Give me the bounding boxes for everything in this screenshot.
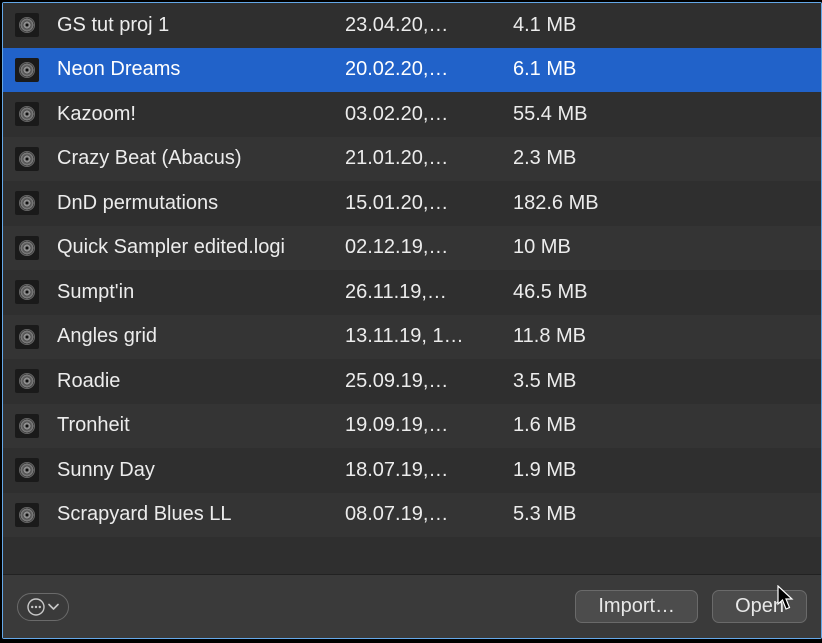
file-name-cell: Scrapyard Blues LL bbox=[3, 503, 345, 527]
file-date: 02.12.19,… bbox=[345, 236, 507, 259]
table-row[interactable]: Sunny Day 18.07.19,…1.9 MB bbox=[3, 448, 821, 493]
file-name-cell: Sunny Day bbox=[3, 458, 345, 482]
file-size: 6.1 MB bbox=[507, 58, 821, 81]
project-file-icon bbox=[15, 58, 39, 82]
file-date: 21.01.20,… bbox=[345, 147, 507, 170]
chevron-down-icon bbox=[48, 603, 59, 611]
file-name: Kazoom! bbox=[57, 103, 136, 126]
file-name: Scrapyard Blues LL bbox=[57, 503, 232, 526]
file-size: 10 MB bbox=[507, 236, 821, 259]
file-date: 25.09.19,… bbox=[345, 370, 507, 393]
table-row[interactable]: Angles grid 13.11.19, 1…11.8 MB bbox=[3, 315, 821, 360]
file-size: 1.6 MB bbox=[507, 414, 821, 437]
options-menu-button[interactable] bbox=[17, 593, 69, 621]
file-size: 11.8 MB bbox=[507, 325, 821, 348]
file-name-cell: Neon Dreams bbox=[3, 58, 345, 82]
file-name-cell: Kazoom! bbox=[3, 102, 345, 126]
table-row[interactable]: DnD permutations 15.01.20,…182.6 MB bbox=[3, 181, 821, 226]
table-row[interactable]: Quick Sampler edited.logi 02.12.19,…10 MB bbox=[3, 226, 821, 271]
file-name-cell: Angles grid bbox=[3, 325, 345, 349]
ellipsis-circle-icon bbox=[27, 598, 45, 616]
project-file-icon bbox=[15, 102, 39, 126]
table-row[interactable]: GS tut proj 1 23.04.20,…4.1 MB bbox=[3, 3, 821, 48]
file-name: Neon Dreams bbox=[57, 58, 180, 81]
file-date: 18.07.19,… bbox=[345, 459, 507, 482]
file-name-cell: GS tut proj 1 bbox=[3, 13, 345, 37]
table-row[interactable]: Scrapyard Blues LL 08.07.19,…5.3 MB bbox=[3, 493, 821, 538]
project-file-icon bbox=[15, 458, 39, 482]
project-file-icon bbox=[15, 325, 39, 349]
file-size: 5.3 MB bbox=[507, 503, 821, 526]
file-date: 03.02.20,… bbox=[345, 103, 507, 126]
project-file-icon bbox=[15, 13, 39, 37]
file-name: GS tut proj 1 bbox=[57, 14, 169, 37]
file-size: 182.6 MB bbox=[507, 192, 821, 215]
file-size: 4.1 MB bbox=[507, 14, 821, 37]
project-file-icon bbox=[15, 369, 39, 393]
file-name: Sunny Day bbox=[57, 459, 155, 482]
table-row[interactable]: Tronheit 19.09.19,…1.6 MB bbox=[3, 404, 821, 449]
project-file-icon bbox=[15, 147, 39, 171]
open-button[interactable]: Open bbox=[712, 590, 807, 623]
file-name: Quick Sampler edited.logi bbox=[57, 236, 285, 259]
file-name-cell: Quick Sampler edited.logi bbox=[3, 236, 345, 260]
project-file-icon bbox=[15, 503, 39, 527]
file-name: Angles grid bbox=[57, 325, 157, 348]
file-date: 26.11.19,… bbox=[345, 281, 507, 304]
file-name: Tronheit bbox=[57, 414, 130, 437]
table-row[interactable]: Kazoom! 03.02.20,…55.4 MB bbox=[3, 92, 821, 137]
table-row[interactable]: Neon Dreams 20.02.20,…6.1 MB bbox=[3, 48, 821, 93]
file-date: 23.04.20,… bbox=[345, 14, 507, 37]
dialog-footer: Import… Open bbox=[3, 574, 821, 638]
file-date: 15.01.20,… bbox=[345, 192, 507, 215]
table-row[interactable]: Sumpt'in 26.11.19,…46.5 MB bbox=[3, 270, 821, 315]
file-name-cell: Sumpt'in bbox=[3, 280, 345, 304]
file-size: 55.4 MB bbox=[507, 103, 821, 126]
project-file-icon bbox=[15, 191, 39, 215]
project-file-icon bbox=[15, 280, 39, 304]
table-row[interactable]: Roadie 25.09.19,…3.5 MB bbox=[3, 359, 821, 404]
file-name-cell: Crazy Beat (Abacus) bbox=[3, 147, 345, 171]
file-name-cell: Tronheit bbox=[3, 414, 345, 438]
project-file-icon bbox=[15, 414, 39, 438]
file-size: 2.3 MB bbox=[507, 147, 821, 170]
file-date: 19.09.19,… bbox=[345, 414, 507, 437]
file-date: 20.02.20,… bbox=[345, 58, 507, 81]
import-button[interactable]: Import… bbox=[575, 590, 698, 623]
file-size: 3.5 MB bbox=[507, 370, 821, 393]
file-date: 08.07.19,… bbox=[345, 503, 507, 526]
file-name-cell: DnD permutations bbox=[3, 191, 345, 215]
file-date: 13.11.19, 1… bbox=[345, 325, 507, 348]
table-row[interactable]: Crazy Beat (Abacus) 21.01.20,…2.3 MB bbox=[3, 137, 821, 182]
file-size: 46.5 MB bbox=[507, 281, 821, 304]
file-name: Sumpt'in bbox=[57, 281, 134, 304]
file-open-dialog: GS tut proj 1 23.04.20,…4.1 MB Neon Dreams… bbox=[2, 2, 822, 639]
file-list[interactable]: GS tut proj 1 23.04.20,…4.1 MB Neon Dreams… bbox=[3, 3, 821, 574]
file-size: 1.9 MB bbox=[507, 459, 821, 482]
file-name: Crazy Beat (Abacus) bbox=[57, 147, 242, 170]
file-name: DnD permutations bbox=[57, 192, 218, 215]
file-name: Roadie bbox=[57, 370, 120, 393]
project-file-icon bbox=[15, 236, 39, 260]
file-name-cell: Roadie bbox=[3, 369, 345, 393]
